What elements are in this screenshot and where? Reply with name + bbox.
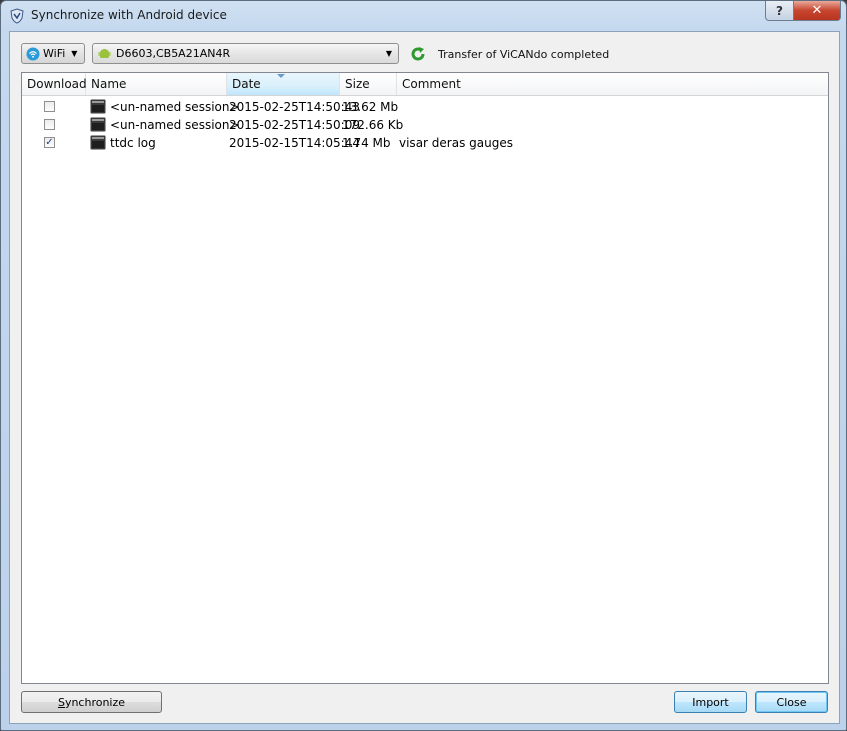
session-film-icon <box>90 99 106 114</box>
table-row[interactable]: <un-named session> 2015-02-25T14:50:09 1… <box>22 116 828 134</box>
connection-type-dropdown[interactable]: WiFi ▼ <box>21 43 85 64</box>
session-name: ttdc log <box>110 136 156 150</box>
session-date: 2015-02-15T14:05:44 <box>229 136 360 150</box>
session-comment: visar deras gauges <box>399 136 513 150</box>
synchronize-label: ynchronize <box>64 695 126 709</box>
title-bar[interactable]: Synchronize with Android device ? ✕ <box>1 1 846 31</box>
column-header-date[interactable]: Date <box>227 73 340 95</box>
device-select-value: D6603,CB5A21AN4R <box>116 47 231 60</box>
download-checkbox[interactable]: ✓ <box>44 137 55 148</box>
table-header: Download Name Date Size Comment <box>22 73 828 96</box>
app-shield-icon <box>10 8 24 24</box>
download-checkbox[interactable] <box>44 101 55 112</box>
session-size: 1.74 Mb <box>342 136 391 150</box>
column-header-comment[interactable]: Comment <box>397 73 828 95</box>
help-icon: ? <box>776 3 783 18</box>
session-name: <un-named session> <box>110 100 240 114</box>
download-checkbox[interactable] <box>44 119 55 130</box>
session-date: 2015-02-25T14:50:43 <box>229 100 360 114</box>
chevron-down-icon: ▼ <box>71 49 78 58</box>
window-title: Synchronize with Android device <box>31 8 227 22</box>
dialog-body: WiFi ▼ D6603,CB5A21AN4R ▼ Transfer of Vi… <box>9 31 840 724</box>
chevron-down-icon: ▼ <box>385 49 392 58</box>
toolbar: WiFi ▼ D6603,CB5A21AN4R ▼ Transfer of Vi… <box>10 32 839 72</box>
session-size: 172.66 Kb <box>342 118 404 132</box>
window-close-button[interactable]: ✕ <box>793 1 841 21</box>
close-icon: ✕ <box>811 3 823 18</box>
session-table: Download Name Date Size Comment <un-name… <box>21 72 829 684</box>
android-icon <box>98 49 111 58</box>
table-row[interactable]: <un-named session> 2015-02-25T14:50:43 1… <box>22 98 828 116</box>
close-button[interactable]: Close <box>755 691 828 713</box>
session-film-icon <box>90 117 106 132</box>
column-header-size[interactable]: Size <box>340 73 397 95</box>
wifi-icon <box>26 47 40 60</box>
table-row[interactable]: ✓ ttdc log 2015-02-15T14:05:44 1.74 Mb v… <box>22 134 828 152</box>
synchronize-button[interactable]: Synchronize <box>21 691 162 713</box>
sort-descending-icon <box>277 74 285 78</box>
session-size: 13.62 Mb <box>342 100 399 114</box>
status-message: Transfer of ViCANdo completed <box>438 48 610 61</box>
session-date: 2015-02-25T14:50:09 <box>229 118 360 132</box>
help-button[interactable]: ? <box>765 1 794 21</box>
column-header-download[interactable]: Download <box>22 73 87 95</box>
connection-type-label: WiFi <box>43 47 66 60</box>
synchronize-mnemonic: S <box>57 695 65 709</box>
column-header-name[interactable]: Name <box>86 73 227 95</box>
device-select[interactable]: D6603,CB5A21AN4R ▼ <box>92 43 399 64</box>
import-button[interactable]: Import <box>674 691 747 713</box>
session-film-icon <box>90 135 106 150</box>
column-header-date-label: Date <box>232 77 261 91</box>
refresh-icon[interactable] <box>410 46 426 62</box>
sync-dialog-window: Synchronize with Android device ? ✕ WiFi… <box>0 0 847 731</box>
session-name: <un-named session> <box>110 118 240 132</box>
